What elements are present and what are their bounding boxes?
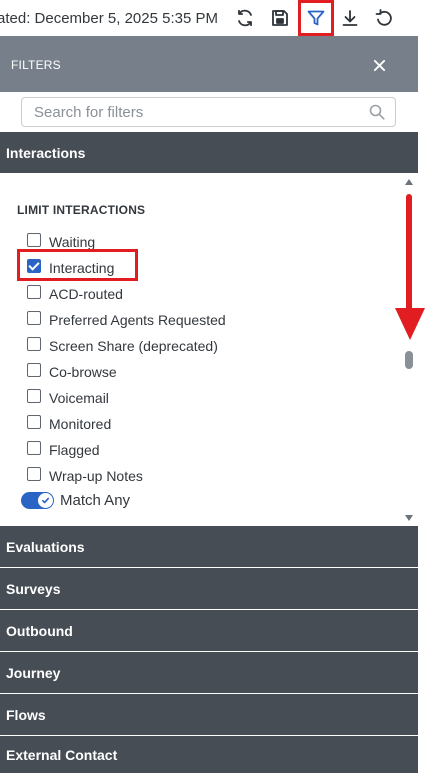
checkbox[interactable]	[27, 233, 41, 247]
toolbar: ated: December 5, 2025 5:35 PM	[0, 0, 426, 36]
filters-header: FILTERS	[0, 36, 418, 92]
search-box	[21, 97, 396, 127]
section-external-contact[interactable]: External Contact	[0, 736, 418, 773]
checkbox[interactable]	[27, 467, 41, 481]
option-label: Waiting	[49, 234, 96, 250]
annotation-arrow-icon	[395, 194, 425, 340]
section-outbound[interactable]: Outbound	[0, 610, 418, 651]
option-wrap-up-notes[interactable]: Wrap-up Notes	[27, 464, 143, 484]
checkbox[interactable]	[27, 415, 41, 429]
section-label: Flows	[6, 706, 46, 723]
section-journey[interactable]: Journey	[0, 652, 418, 693]
section-interactions[interactable]: Interactions	[0, 132, 418, 173]
section-label: Outbound	[6, 622, 73, 639]
option-co-browse[interactable]: Co-browse	[27, 360, 117, 380]
checkbox[interactable]	[27, 337, 41, 351]
section-evaluations[interactable]: Evaluations	[0, 526, 418, 567]
option-label: Co-browse	[49, 364, 117, 380]
section-label: Journey	[6, 664, 61, 681]
checkbox[interactable]	[27, 363, 41, 377]
option-preferred-agents[interactable]: Preferred Agents Requested	[27, 308, 226, 328]
scroll-down-arrow-icon[interactable]	[404, 514, 414, 522]
option-flagged[interactable]: Flagged	[27, 438, 100, 458]
option-label: Voicemail	[49, 390, 109, 406]
checkbox[interactable]	[27, 389, 41, 403]
scroll-up-arrow-icon[interactable]	[404, 178, 414, 186]
close-icon[interactable]	[369, 55, 389, 75]
section-label: Surveys	[6, 580, 61, 597]
match-any-toggle-row[interactable]: Match Any	[21, 490, 130, 510]
option-label: Screen Share (deprecated)	[49, 338, 218, 354]
search-input[interactable]	[34, 98, 364, 126]
download-icon[interactable]	[336, 4, 364, 32]
save-icon[interactable]	[266, 4, 294, 32]
limit-interactions-title: LIMIT INTERACTIONS	[17, 203, 146, 217]
match-any-toggle[interactable]	[21, 491, 54, 509]
option-screen-share[interactable]: Screen Share (deprecated)	[27, 334, 218, 354]
checkbox[interactable]	[27, 311, 41, 325]
section-label: External Contact	[6, 746, 118, 763]
search-icon	[369, 104, 385, 120]
option-label: ACD-routed	[49, 286, 123, 302]
section-surveys[interactable]: Surveys	[0, 568, 418, 609]
last-updated-text: ated: December 5, 2025 5:35 PM	[0, 10, 218, 27]
match-any-label: Match Any	[60, 491, 131, 509]
option-acd-routed[interactable]: ACD-routed	[27, 282, 123, 302]
section-label: Evaluations	[6, 538, 85, 555]
option-waiting[interactable]: Waiting	[27, 230, 95, 250]
filter-icon[interactable]	[298, 0, 334, 36]
undo-icon[interactable]	[370, 4, 398, 32]
checkbox[interactable]	[27, 285, 41, 299]
scrollbar-thumb[interactable]	[405, 351, 413, 369]
limit-interactions-panel: LIMIT INTERACTIONS Waiting Interacting A…	[0, 174, 418, 526]
option-label: Monitored	[49, 416, 112, 432]
refresh-icon[interactable]	[231, 4, 259, 32]
section-label: Interactions	[6, 144, 86, 161]
option-label: Flagged	[49, 442, 100, 458]
toggle-check-icon	[38, 492, 53, 508]
checkbox[interactable]	[27, 441, 41, 455]
option-label: Preferred Agents Requested	[49, 312, 226, 328]
section-flows[interactable]: Flows	[0, 694, 418, 735]
option-voicemail[interactable]: Voicemail	[27, 386, 109, 406]
option-label: Wrap-up Notes	[49, 468, 143, 484]
filters-title: FILTERS	[11, 58, 61, 72]
option-monitored[interactable]: Monitored	[27, 412, 111, 432]
annotation-highlight-box	[17, 249, 138, 281]
